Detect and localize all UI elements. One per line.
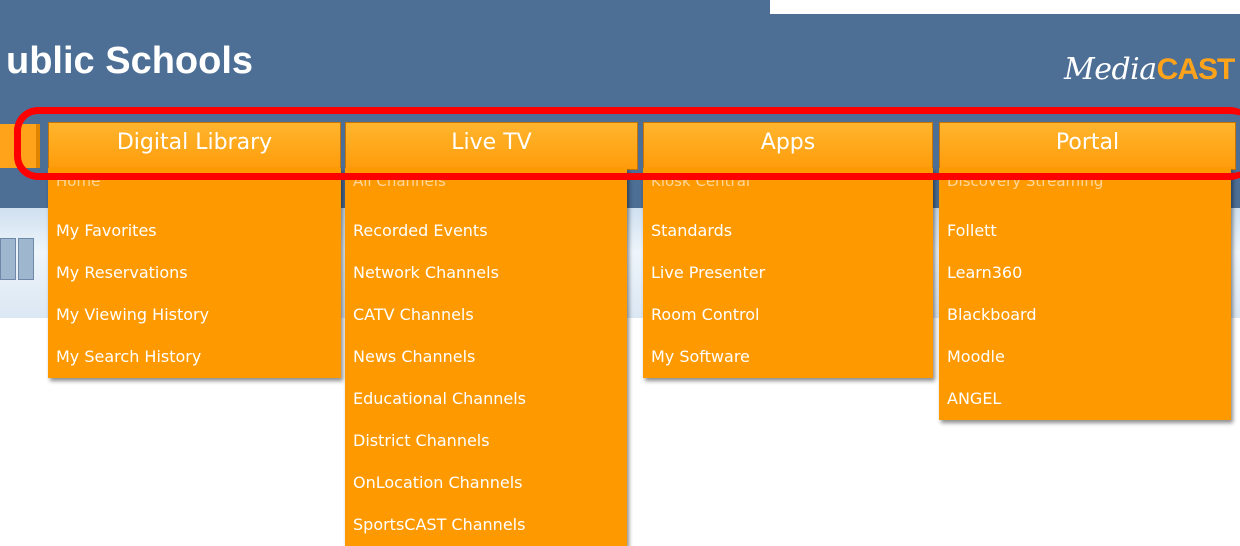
menu-label: Live TV bbox=[451, 130, 532, 155]
toolbar-button[interactable] bbox=[0, 238, 16, 280]
menu-label: Apps bbox=[760, 130, 816, 155]
header-bar: ublic Schools MediaCAST bbox=[0, 0, 1240, 110]
menu-item-standards[interactable]: Standards bbox=[643, 210, 933, 252]
menu-item-my-software[interactable]: My Software bbox=[643, 336, 933, 378]
menu-item-blackboard[interactable]: Blackboard bbox=[939, 294, 1231, 336]
menu-item-home[interactable]: Home bbox=[48, 168, 341, 210]
dropdown-apps: Kiosk Central Standards Live Presenter R… bbox=[643, 168, 933, 378]
menu-item-room-control[interactable]: Room Control bbox=[643, 294, 933, 336]
menu-portal[interactable]: Portal bbox=[939, 122, 1236, 170]
menu-item-moodle[interactable]: Moodle bbox=[939, 336, 1231, 378]
menu-item-discovery-streaming[interactable]: Discovery Streaming bbox=[939, 168, 1231, 210]
menu-item-my-reservations[interactable]: My Reservations bbox=[48, 252, 341, 294]
dropdown-live-tv: All Channels Recorded Events Network Cha… bbox=[345, 168, 627, 546]
logo-cast-text: CAST bbox=[1156, 53, 1236, 86]
menu-item-onlocation-channels[interactable]: OnLocation Channels bbox=[345, 462, 627, 504]
menu-item-my-search-history[interactable]: My Search History bbox=[48, 336, 341, 378]
menu-label: Digital Library bbox=[116, 130, 273, 155]
menu-item-news-channels[interactable]: News Channels bbox=[345, 336, 627, 378]
menu-item-educational-channels[interactable]: Educational Channels bbox=[345, 378, 627, 420]
menu-live-tv[interactable]: Live TV bbox=[345, 122, 638, 170]
menu-label: Portal bbox=[1055, 130, 1120, 155]
menu-item-catv-channels[interactable]: CATV Channels bbox=[345, 294, 627, 336]
mediacast-logo[interactable]: MediaCAST bbox=[1064, 52, 1236, 92]
menu-digital-library[interactable]: Digital Library bbox=[48, 122, 341, 170]
menu-item-my-favorites[interactable]: My Favorites bbox=[48, 210, 341, 252]
dropdown-portal: Discovery Streaming Follett Learn360 Bla… bbox=[939, 168, 1231, 420]
menu-item-recorded-events[interactable]: Recorded Events bbox=[345, 210, 627, 252]
menu-item-network-channels[interactable]: Network Channels bbox=[345, 252, 627, 294]
toolbar-button[interactable] bbox=[18, 238, 34, 280]
dropdown-digital-library: Home My Favorites My Reservations My Vie… bbox=[48, 168, 341, 378]
menu-item-follett[interactable]: Follett bbox=[939, 210, 1231, 252]
menu-item-partial[interactable] bbox=[0, 124, 40, 168]
logo-media-text: Media bbox=[1064, 52, 1157, 87]
menu-item-live-presenter[interactable]: Live Presenter bbox=[643, 252, 933, 294]
menu-item-sportscast-channels[interactable]: SportsCAST Channels bbox=[345, 504, 627, 546]
menu-apps[interactable]: Apps bbox=[643, 122, 933, 170]
menu-item-kiosk-central[interactable]: Kiosk Central bbox=[643, 168, 933, 210]
menu-item-all-channels[interactable]: All Channels bbox=[345, 168, 627, 210]
menu-item-learn360[interactable]: Learn360 bbox=[939, 252, 1231, 294]
menu-item-my-viewing-history[interactable]: My Viewing History bbox=[48, 294, 341, 336]
menu-item-angel[interactable]: ANGEL bbox=[939, 378, 1231, 420]
site-title: ublic Schools bbox=[6, 40, 254, 82]
menu-item-district-channels[interactable]: District Channels bbox=[345, 420, 627, 462]
header-top-strip bbox=[770, 0, 1240, 14]
